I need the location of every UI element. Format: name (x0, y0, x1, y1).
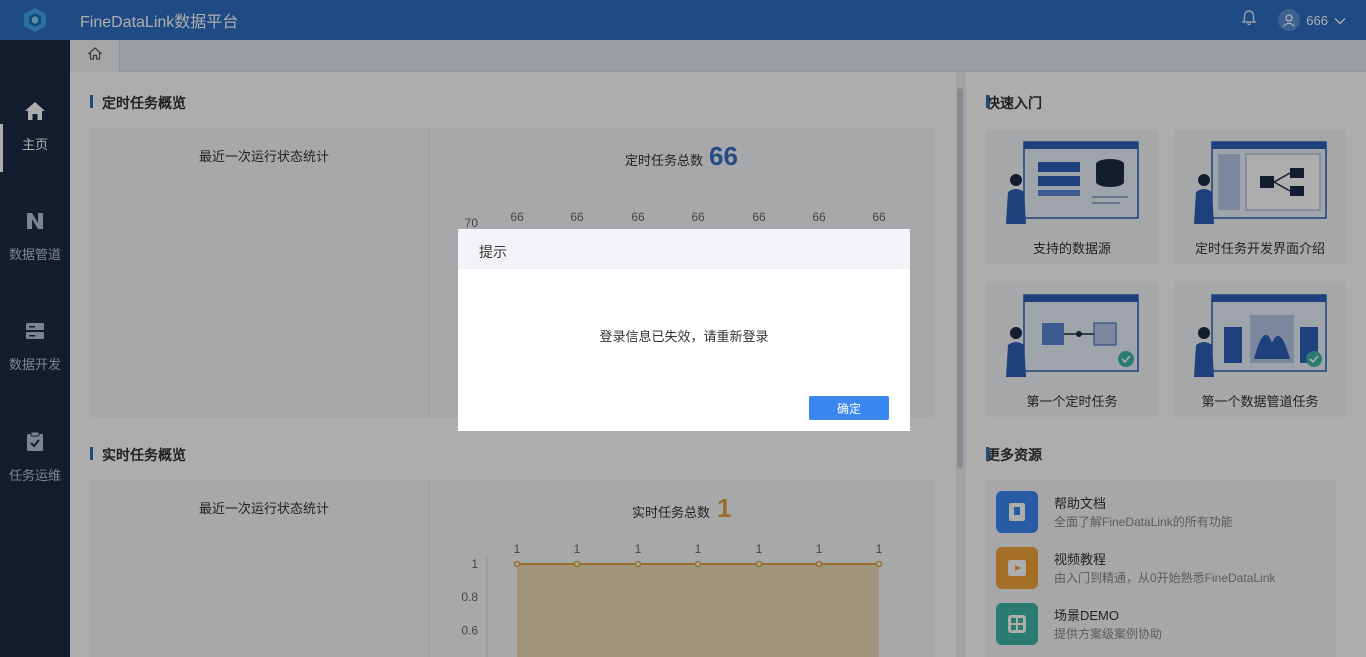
session-expired-dialog: 提示 登录信息已失效，请重新登录 确定 (458, 229, 910, 431)
dialog-message: 登录信息已失效，请重新登录 (599, 329, 769, 344)
confirm-button[interactable]: 确定 (809, 396, 889, 420)
dialog-header: 提示 (458, 229, 910, 269)
dialog-title: 提示 (479, 244, 507, 260)
